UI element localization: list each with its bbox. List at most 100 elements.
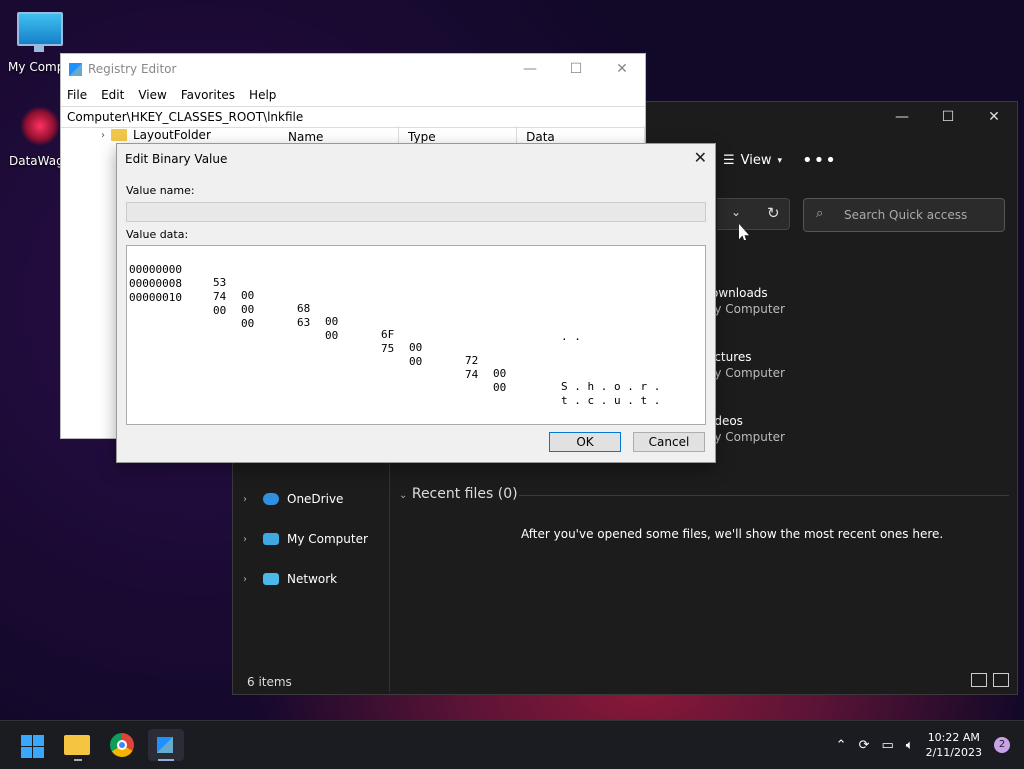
nav-item-onedrive[interactable]: › OneDrive [243,492,343,506]
search-icon: ⌕ [816,206,824,221]
search-box[interactable]: ⌕ Search Quick access [803,198,1005,232]
network-icon [263,573,279,585]
hex-ascii: S . h . o . r . [561,380,661,393]
view-button[interactable]: ☰ View ▾ [723,153,782,168]
registry-editor-icon [69,62,82,76]
hex-byte: 00 [241,317,255,330]
details-view-icon[interactable] [971,673,987,687]
chevron-down-icon: ⌄ [399,490,408,501]
hex-row: 00000010 00 00 . . [129,278,581,356]
navigation-pane: › OneDrive › My Computer › Network [233,442,390,692]
nav-item-label: OneDrive [287,492,344,506]
maximize-button[interactable]: ☐ [925,102,971,132]
hex-ascii: t . c . u . t . [561,394,661,407]
value-name-field[interactable] [126,202,706,222]
tree-item-layoutfolder[interactable]: › LayoutFolder [101,128,211,142]
quick-access-title: ideos [711,414,743,428]
chevron-right-icon[interactable]: › [243,574,255,585]
volume-icon[interactable]: 🔈︎ [906,738,914,753]
quick-access-subtitle: ly Computer [711,302,785,316]
system-tray: ⌃ ⟳ ▭ 🔈︎ 10:22 AM 2/11/2023 2 [836,721,1024,769]
quick-access-title: ictures [711,350,752,364]
minimize-button[interactable]: — [507,54,553,84]
desktop: My Compu DataWago — ☐ ✕ ☰ View ▾ ••• ⌄ ↻… [0,0,1024,769]
edit-binary-value-dialog: Edit Binary Value ✕ Value name: Value da… [116,143,716,463]
close-icon[interactable]: ✕ [694,148,707,167]
status-bar-item-count: 6 items [247,675,292,689]
quick-access-videos[interactable]: ideos ly Computer [711,414,785,444]
registry-address-bar[interactable]: Computer\HKEY_CLASSES_ROOT\lnkfile [61,106,645,128]
maximize-button[interactable]: ☐ [553,54,599,84]
menu-edit[interactable]: Edit [101,88,124,102]
monitor-icon [263,533,279,545]
refresh-icon[interactable]: ↻ [767,204,780,222]
hex-byte: 00 [493,367,507,380]
view-list-icon: ☰ [723,153,735,168]
quick-access-title: ownloads [711,286,768,300]
hex-byte: 75 [381,342,395,355]
quick-access-downloads[interactable]: ownloads ly Computer [711,286,785,316]
tree-item-label: LayoutFolder [133,128,211,142]
hex-byte: 00 [493,381,507,394]
recent-files-empty-message: After you've opened some files, we'll sh… [521,527,944,541]
tiles-view-icon[interactable] [993,673,1009,687]
chevron-down-icon[interactable]: ⌄ [731,205,741,219]
window-controls: — ☐ ✕ [879,102,1017,134]
clock[interactable]: 10:22 AM 2/11/2023 [926,730,982,760]
hex-byte: 53 [213,276,227,289]
network-icon[interactable]: ▭ [881,738,893,753]
hex-byte: 00 [241,303,255,316]
menu-file[interactable]: File [67,88,87,102]
sync-icon[interactable]: ⟳ [859,738,870,753]
nav-item-network[interactable]: › Network [243,572,337,586]
notification-badge[interactable]: 2 [994,737,1010,753]
menu-view[interactable]: View [138,88,166,102]
value-name-label: Value name: [126,184,195,197]
hex-byte: 00 [213,304,227,317]
quick-access-subtitle: ly Computer [711,366,785,380]
hex-ascii: . . [561,330,581,343]
close-button[interactable]: ✕ [971,102,1017,132]
menu-favorites[interactable]: Favorites [181,88,235,102]
registry-editor-taskbar-icon[interactable] [148,729,184,761]
hex-byte: 00 [325,329,339,342]
hex-byte: 6F [381,328,395,341]
chrome-icon[interactable] [106,729,138,761]
clock-date: 2/11/2023 [925,746,982,759]
chevron-right-icon[interactable]: › [243,494,255,505]
window-controls: — ☐ ✕ [507,54,645,84]
dialog-title: Edit Binary Value [125,152,228,166]
close-button[interactable]: ✕ [599,54,645,84]
chevron-right-icon[interactable]: › [101,130,105,141]
ok-button[interactable]: OK [549,432,621,452]
file-explorer-taskbar-icon[interactable] [62,729,94,761]
divider [519,495,1009,496]
chevron-down-icon: ▾ [777,155,783,166]
hex-offset: 00000010 [129,291,182,304]
quick-access-subtitle: ly Computer [711,430,785,444]
title-bar: Registry Editor — ☐ ✕ [61,54,645,84]
value-data-editor[interactable]: 00000000 53 00 68 00 6F 00 72 00 S . h .… [126,245,706,425]
quick-access-pictures[interactable]: ictures ly Computer [711,350,785,380]
view-button-label: View [740,153,772,168]
nav-item-my-computer[interactable]: › My Computer [243,532,368,546]
hex-byte: 68 [297,302,311,315]
more-options-icon[interactable]: ••• [802,150,837,171]
minimize-button[interactable]: — [879,102,925,132]
nav-item-label: Network [287,572,338,586]
taskbar: ⌃ ⟳ ▭ 🔈︎ 10:22 AM 2/11/2023 2 [0,720,1024,769]
chevron-up-icon[interactable]: ⌃ [836,738,847,753]
start-button[interactable] [18,729,50,761]
search-input[interactable]: Search Quick access [844,208,967,222]
hex-byte: 63 [297,316,311,329]
cancel-button[interactable]: Cancel [633,432,705,452]
clock-time: 10:22 AM [927,731,980,744]
menu-help[interactable]: Help [249,88,276,102]
menu-bar: File Edit View Favorites Help [61,84,645,106]
chevron-right-icon[interactable]: › [243,534,255,545]
hex-byte: 00 [409,355,423,368]
address-bar-controls: ⌄ ↻ [717,198,790,230]
recent-files-header[interactable]: ⌄ Recent files (0) [399,486,1009,502]
hex-byte: 00 [409,341,423,354]
recent-files-title: Recent files (0) [411,486,518,502]
